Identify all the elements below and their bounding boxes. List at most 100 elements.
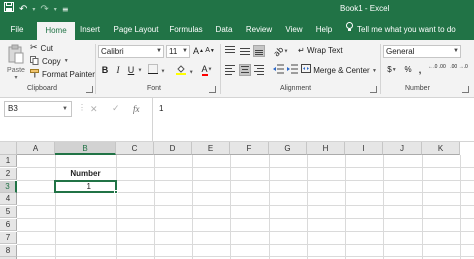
column-header-c[interactable]: C [116,142,154,155]
cancel-icon[interactable]: ✕ [90,101,98,117]
column-header-d[interactable]: D [154,142,192,155]
chevron-down-icon[interactable]: ▼ [64,58,69,64]
column-header-j[interactable]: J [383,142,422,155]
column-header-f[interactable]: F [230,142,269,155]
group-divider [380,44,381,94]
column-header-b[interactable]: B [55,142,116,155]
enter-icon[interactable]: ✓ [112,101,120,117]
align-left-icon[interactable] [224,64,236,76]
formula-bar-grip[interactable]: ⋮ [78,103,86,112]
ribbon-tabs: File Home Insert Page Layout Formulas Da… [0,20,474,40]
insert-function-icon[interactable]: fx [133,101,140,117]
merge-icon [301,64,313,75]
tell-me-box[interactable]: Tell me what you want to do [345,20,456,40]
fill-handle[interactable] [114,190,118,195]
select-all-corner[interactable] [0,142,17,155]
chevron-down-icon[interactable]: ▼ [62,102,68,116]
underline-button[interactable]: U [126,64,136,76]
undo-dropdown-icon[interactable]: ▾ [32,2,35,18]
formula-input[interactable]: 1 [152,98,474,141]
row-header-8[interactable]: 8 [0,244,17,257]
worksheet-grid[interactable]: ABCDEFGHIJK123456789Number1 [0,142,474,259]
tab-formulas[interactable]: Formulas [166,20,206,40]
middle-align-icon[interactable] [239,45,251,57]
decrease-font-size-button[interactable]: A▼ [205,45,215,57]
number-launcher-icon[interactable] [462,86,469,93]
name-box[interactable]: B3 ▼ [4,101,72,117]
tab-view[interactable]: View [282,20,306,40]
font-size-dropdown[interactable]: 11 ▼ [166,45,190,58]
tab-insert[interactable]: Insert [76,20,104,40]
percent-style-button[interactable]: % [403,64,413,76]
tab-data[interactable]: Data [212,20,236,40]
increase-font-size-button[interactable]: A▲ [193,45,204,57]
undo-icon[interactable]: ↶ [19,2,27,18]
font-name-value: Calibri [101,47,124,56]
window-title: Book1 - Excel [340,4,390,13]
cell-b2[interactable]: Number [55,168,116,180]
column-header-h[interactable]: H [307,142,345,155]
save-icon[interactable] [4,2,14,18]
increase-decimal-button[interactable]: ←.0 .00 [428,64,446,76]
decrease-indent-icon[interactable] [272,64,284,76]
format-painter-button[interactable]: Format Painter [30,68,95,80]
bottom-align-icon[interactable] [253,45,265,57]
redo-dropdown-icon[interactable]: ▾ [54,2,57,18]
column-header-a[interactable]: A [17,142,55,155]
fill-color-button[interactable]: ▼ [176,64,194,76]
row-header-2[interactable]: 2 [0,167,17,180]
row-header-1[interactable]: 1 [0,155,17,167]
font-name-dropdown[interactable]: Calibri ▼ [98,45,164,58]
row-header-5[interactable]: 5 [0,206,17,219]
clipboard-group-label: Clipboard [27,85,57,92]
cut-button[interactable]: ✂ Cut [30,42,53,54]
merge-center-button[interactable]: Merge & Center ▼ [301,64,377,76]
redo-icon[interactable]: ↷ [40,2,48,18]
row-header-4[interactable]: 4 [0,193,17,206]
decrease-decimal-button[interactable]: .00 →.0 [450,64,468,76]
align-center-icon[interactable] [239,64,251,76]
chevron-down-icon[interactable]: ▾ [4,74,28,81]
font-color-button[interactable]: A▼ [198,63,216,76]
copy-button[interactable]: Copy ▼ [30,55,69,67]
row-header-6[interactable]: 6 [0,219,17,231]
gridline [17,230,474,232]
accounting-format-button[interactable]: $▼ [384,64,400,76]
tab-home[interactable]: Home [37,22,75,40]
alignment-group-label: Alignment [280,85,312,92]
chevron-down-icon: ▼ [182,48,188,54]
italic-button[interactable]: I [113,64,123,76]
orientation-icon: ab [271,44,285,59]
alignment-launcher-icon[interactable] [370,86,377,93]
row-header-7[interactable]: 7 [0,231,17,244]
column-header-e[interactable]: E [192,142,230,155]
font-group-label: Font [147,85,162,92]
tab-review[interactable]: Review [243,20,275,40]
number-format-dropdown[interactable]: General ▼ [383,45,461,58]
chevron-down-icon: ▼ [391,67,397,73]
borders-button[interactable]: ▼ [148,64,165,76]
tab-help[interactable]: Help [313,20,335,40]
increase-indent-icon[interactable] [286,64,298,76]
clipboard-launcher-icon[interactable] [86,86,93,93]
top-align-icon[interactable] [224,45,236,57]
customize-icon[interactable]: ≡ [62,2,69,18]
orientation-button[interactable]: ab▼ [271,44,290,59]
column-header-i[interactable]: I [345,142,383,155]
tab-file[interactable]: File [6,20,28,40]
column-header-g[interactable]: G [269,142,307,155]
number-format-value: General [386,47,415,56]
paste-button[interactable]: Paste ▾ [4,42,28,82]
format-painter-label: Format Painter [42,69,95,79]
bold-button[interactable]: B [100,64,110,76]
column-header-k[interactable]: K [422,142,460,155]
wrap-text-button[interactable]: ↵ Wrap Text [298,45,358,57]
comma-style-button[interactable]: , [416,64,424,76]
underline-dropdown[interactable]: ▼ [137,64,143,76]
align-right-icon[interactable] [253,64,265,76]
clipboard-icon [8,44,24,64]
tab-page-layout[interactable]: Page Layout [110,20,162,40]
row-header-3[interactable]: 3 [0,180,17,193]
font-launcher-icon[interactable] [209,86,216,93]
formula-bar: B3 ▼ ⋮ ✕ ✓ fx 1 [0,98,474,142]
